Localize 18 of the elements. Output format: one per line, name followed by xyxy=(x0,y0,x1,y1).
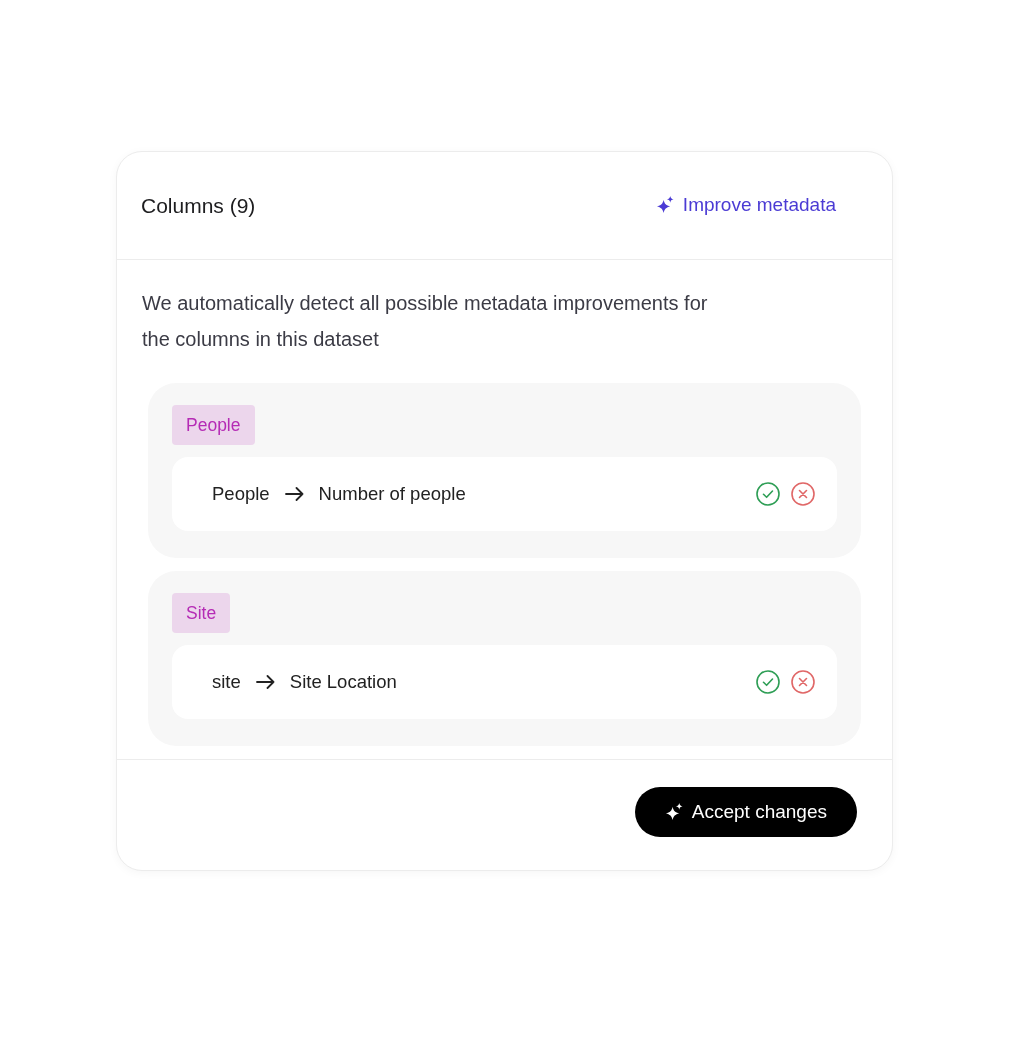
old-column-name: site xyxy=(212,670,241,695)
old-column-name: People xyxy=(212,482,270,507)
column-tag: People xyxy=(172,405,255,445)
new-column-name: Site Location xyxy=(289,670,397,695)
check-circle-icon[interactable] xyxy=(756,482,780,506)
description-text: We automatically detect all possible metadata improvements for the columns in this dataset xyxy=(142,291,709,352)
x-circle-icon[interactable] xyxy=(791,670,815,694)
new-column-name: Number of people xyxy=(318,482,466,507)
card-title: Columns (9) xyxy=(141,192,256,219)
x-circle-icon[interactable] xyxy=(791,482,815,506)
sparkle-icon xyxy=(655,196,675,215)
column-tag: Site xyxy=(172,593,231,633)
arrow-icon xyxy=(284,487,304,501)
arrow-icon xyxy=(255,675,275,689)
improve-metadata-button[interactable]: Improve metadata xyxy=(645,185,846,226)
sparkle-icon xyxy=(664,802,684,822)
check-circle-icon[interactable] xyxy=(756,670,780,694)
accept-changes-button[interactable]: Accept changes xyxy=(634,787,857,837)
